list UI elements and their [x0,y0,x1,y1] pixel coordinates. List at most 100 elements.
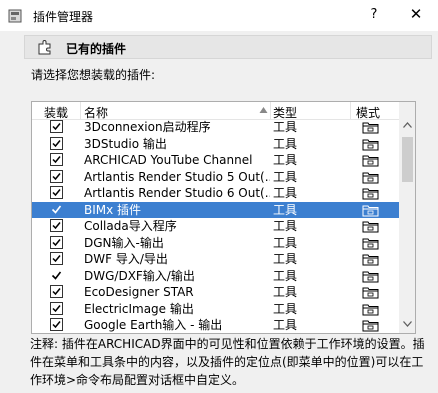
folder-icon[interactable] [362,252,382,266]
scroll-up-icon[interactable] [403,122,412,128]
load-checkbox[interactable] [50,136,64,151]
plugin-name: Collada导入程序 [84,219,177,233]
table-row[interactable]: DWF 导入/导出 工具 [32,251,399,268]
note-text: 注释: 插件在ARCHICAD界面中的可见性和位置依赖于工作环境的设置。插件在菜… [30,337,425,387]
plugin-name: 3Dconnexion启动程序 [84,120,211,134]
table-row[interactable]: DGN输入-输出 工具 [32,235,399,252]
plugin-name: BIMx 插件 [84,202,142,217]
load-checkbox[interactable] [50,301,64,316]
plugin-name: DGN输入-输出 [84,235,164,250]
checkbox-box [50,153,63,166]
checkbox-box [50,285,63,298]
load-checkbox[interactable] [50,120,64,134]
load-checkbox[interactable] [50,153,64,167]
plugin-name: DWG/DXF输入/输出 [84,268,195,283]
plugin-icon [8,9,22,23]
checkmark-icon [52,288,61,296]
table-row[interactable]: ARCHICAD YouTube Channel 工具 [32,152,399,169]
table-row[interactable]: Collada导入程序 工具 [32,218,399,235]
folder-icon[interactable] [362,236,382,250]
table-row[interactable]: Artlantis Render Studio 6 Out(... 工具 [32,185,399,202]
column-divider[interactable] [270,102,271,119]
table-row[interactable]: 3DStudio 输出 工具 [32,136,399,153]
help-button[interactable]: ? [366,7,382,22]
plugin-name: Artlantis Render Studio 5 Out(... [84,169,270,184]
checkmark-icon [52,255,61,263]
folder-icon[interactable] [362,219,382,233]
window-title: 插件管理器 [33,10,94,24]
plugin-name: EcoDesigner STAR [84,285,194,299]
folder-icon[interactable] [362,120,382,134]
load-checkbox[interactable] [50,269,64,283]
plugin-type: 工具 [273,120,298,134]
checkbox-box [50,120,63,133]
checkbox-box [50,169,63,183]
checkbox-box [50,219,63,232]
column-divider[interactable] [80,102,81,119]
folder-icon[interactable] [362,269,382,283]
plugin-name: ARCHICAD YouTube Channel [84,153,253,167]
load-checkbox[interactable] [50,285,64,299]
section-title: 已有的插件 [66,42,127,56]
checkmark-icon [52,189,61,197]
section-header[interactable]: 已有的插件 [24,35,432,59]
load-checkbox[interactable] [50,186,64,200]
plugin-name: ElectricImage 输出 [84,301,194,316]
folder-icon[interactable] [362,285,382,299]
checkmark-icon [52,321,61,329]
table-row[interactable]: 3Dconnexion启动程序 工具 [32,119,399,136]
checkbox-box [50,252,63,265]
table-row[interactable]: BIMx 插件 工具 [32,201,399,218]
load-checkbox[interactable] [50,318,64,332]
checkbox-box [50,136,63,150]
table-row[interactable]: Google Earth输入 - 输出 工具 [32,317,399,333]
puzzle-icon [38,40,51,55]
load-checkbox[interactable] [50,203,64,217]
folder-icon[interactable] [362,302,382,316]
title-bar: 插件管理器 ? ✕ [0,0,438,31]
plugin-list[interactable]: 装载 名称 类型 模式 3Dconnexion启动程序 工具 3DStudio 输出… [31,101,416,334]
plugin-name: DWF 导入/导出 [84,252,168,266]
checkmark-icon [52,222,61,230]
folder-icon[interactable] [362,318,382,332]
checkbox-box [50,318,63,331]
column-divider[interactable] [350,102,351,119]
scroll-thumb[interactable] [402,137,413,182]
checkmark-icon [52,156,61,164]
sort-ascending-icon [259,107,268,113]
folder-icon[interactable] [362,186,382,200]
close-button[interactable]: ✕ [406,5,426,23]
checkmark-icon [52,304,61,312]
plugin-type: 工具 [273,318,298,332]
plugin-type: 工具 [273,202,298,217]
checkmark-icon [52,172,61,180]
plugin-type: 工具 [273,169,298,184]
folder-icon[interactable] [362,170,382,184]
table-row[interactable]: DWG/DXF输入/输出 工具 [32,268,399,285]
checkmark-icon [52,139,61,147]
load-checkbox[interactable] [50,252,64,266]
plugin-type: 工具 [273,153,298,167]
plugin-type: 工具 [273,219,298,233]
plugin-type: 工具 [273,136,298,151]
load-checkbox[interactable] [50,235,64,250]
instruction-text: 请选择您想装载的插件: [31,68,156,82]
vertical-scrollbar[interactable] [399,102,415,333]
table-row[interactable]: Artlantis Render Studio 5 Out(... 工具 [32,169,399,186]
list-header: 装载 名称 类型 模式 [32,102,399,120]
folder-icon[interactable] [362,203,382,217]
plugin-type: 工具 [273,186,298,200]
checkbox-box [50,235,63,249]
table-row[interactable]: IFC2x3输出工具 [32,334,399,335]
scroll-down-icon[interactable] [403,321,412,327]
folder-icon[interactable] [362,137,382,151]
plugin-type: 工具 [273,268,298,283]
table-row[interactable]: EcoDesigner STAR 工具 [32,284,399,301]
folder-icon[interactable] [362,153,382,167]
checkmark-icon [52,123,61,131]
plugin-name: Google Earth输入 - 输出 [84,318,223,332]
table-row[interactable]: ElectricImage 输出 工具 [32,301,399,318]
load-checkbox[interactable] [50,219,64,233]
plugin-name: Artlantis Render Studio 6 Out(... [84,186,270,200]
load-checkbox[interactable] [50,169,64,184]
